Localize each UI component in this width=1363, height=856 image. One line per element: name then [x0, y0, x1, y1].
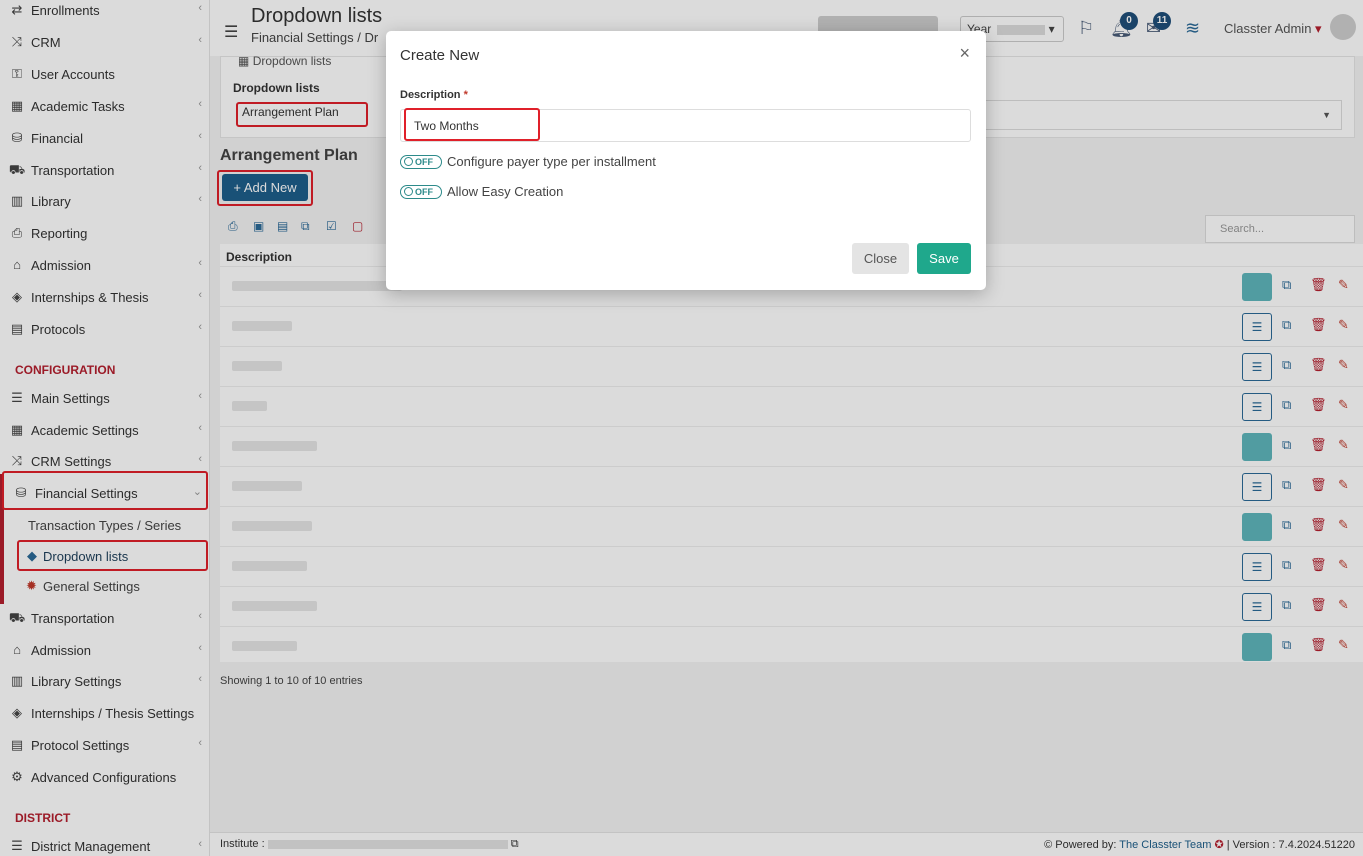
toggle-row-easy-creation: OFF Allow Easy Creation — [400, 184, 563, 199]
easy-creation-label: Allow Easy Creation — [447, 184, 564, 199]
close-button[interactable]: Close — [852, 243, 909, 274]
payer-type-toggle[interactable]: OFF — [400, 154, 442, 169]
easy-creation-toggle[interactable]: OFF — [400, 184, 442, 199]
create-new-modal: Create New × Description * Two Months OF… — [386, 31, 986, 290]
toggle-knob — [404, 187, 413, 196]
toggle-row-payer-type: OFF Configure payer type per installment — [400, 154, 656, 169]
highlight-description-input — [404, 108, 540, 141]
description-label: Description * — [400, 89, 468, 101]
payer-type-label: Configure payer type per installment — [447, 154, 656, 169]
toggle-knob — [404, 157, 413, 166]
modal-title: Create New — [400, 47, 480, 64]
save-button[interactable]: Save — [917, 243, 971, 274]
close-icon[interactable]: × — [959, 43, 970, 64]
